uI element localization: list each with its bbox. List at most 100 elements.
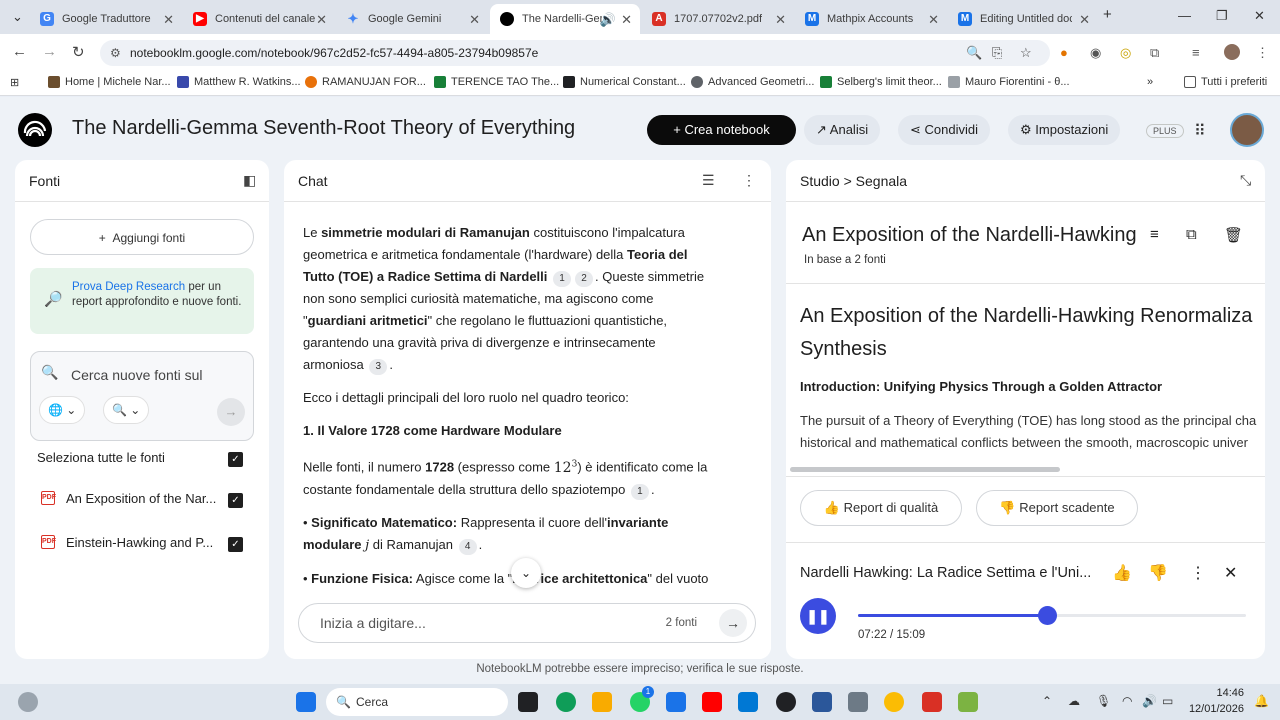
notebooklm-logo[interactable] [18,113,52,147]
chatgpt-icon[interactable] [776,692,796,712]
zoom-icon[interactable]: 🔍 [966,40,982,66]
weather-icon[interactable] [18,692,38,712]
audio-progress-handle[interactable] [1037,606,1057,625]
deep-research-link[interactable]: Prova Deep Research [72,281,185,293]
poor-report-button[interactable]: 👎 Report scadente [976,490,1138,526]
create-notebook-button[interactable]: + Crea notebook [647,115,796,145]
minimize-icon[interactable]: — [1178,8,1191,23]
account-avatar[interactable] [1230,113,1264,147]
forward-icon[interactable]: → [42,43,57,60]
audio-progress-track[interactable] [858,606,1246,625]
citation-badge[interactable]: 4 [458,538,477,555]
tab-search-icon[interactable]: ⌄ [12,9,23,25]
battery-icon[interactable]: ▭ [1162,694,1173,708]
notifications-bell-icon[interactable]: 🔔 [1254,694,1269,708]
settings-button[interactable]: ⚙ Impostazioni [1008,115,1121,145]
extension-search-icon[interactable]: ◎ [1120,45,1131,61]
google-apps-icon[interactable]: ⠿ [1194,121,1206,141]
source-item[interactable]: An Exposition of the Nar... [66,491,216,506]
start-icon[interactable] [296,692,316,712]
tab-notebooklm[interactable]: The Nardelli-Gemma 🔊 ✕ [490,4,640,34]
maximize-icon[interactable]: ❐ [1216,8,1228,24]
clock-date[interactable]: 12/01/2026 [1182,703,1244,715]
reload-icon[interactable]: ↻ [72,43,85,61]
calculator-icon[interactable] [848,692,868,712]
media-icon[interactable]: ≡ [1192,45,1200,60]
tab-mathpix[interactable]: M Mathpix Accounts ✕ [795,4,947,34]
clock-time[interactable]: 14:46 [1190,687,1244,699]
bookmark-item[interactable]: Matthew R. Watkins... [177,76,301,88]
store-icon[interactable] [738,692,758,712]
select-all-checkbox[interactable]: ✓ [228,452,243,467]
send-button[interactable]: → [719,609,747,637]
file-explorer-icon[interactable] [592,692,612,712]
bookmark-item[interactable]: Mauro Fiorentini - θ... [948,76,1070,88]
speaker-icon[interactable]: 🔊 [600,12,616,28]
pause-button[interactable]: ❚❚ [800,598,836,634]
install-app-icon[interactable]: ⎘ [992,40,1002,66]
bookmarks-overflow-icon[interactable]: » [1147,76,1153,88]
defender-icon[interactable] [666,692,686,712]
thumbs-down-icon[interactable]: 👎 [1148,563,1168,583]
close-icon[interactable]: ✕ [163,12,174,28]
tab-google-translate[interactable]: G Google Traduttore ✕ [30,4,182,34]
extension-icon[interactable]: ● [1060,45,1068,60]
collapse-panel-icon[interactable]: ◧ [243,172,256,189]
citation-badge[interactable]: 1 [553,271,572,287]
youtube-icon[interactable] [702,692,722,712]
thumbs-up-icon[interactable]: 👍 [1112,563,1132,583]
breadcrumb-studio[interactable]: Studio [800,173,840,189]
close-icon[interactable]: ✕ [316,12,327,28]
new-tab-icon[interactable]: + [1103,6,1112,23]
bookmark-folder[interactable]: Tutti i preferiti [1184,76,1267,88]
source-item[interactable]: Einstein-Hawking and P... [66,535,213,550]
collapse-icon[interactable]: ⤡ [1240,172,1251,189]
close-icon[interactable]: ✕ [928,12,939,28]
notebook-title[interactable]: The Nardelli-Gemma Seventh-Root Theory o… [72,117,575,140]
tab-editing[interactable]: M Editing Untitled docu ✕ [948,4,1098,34]
source-checkbox[interactable]: ✓ [228,493,243,508]
bookmark-item[interactable]: Numerical Constant... [563,76,686,88]
quality-report-button[interactable]: 👍 Report di qualità [800,490,962,526]
more-vert-icon[interactable]: ⋮ [742,172,756,189]
microphone-icon[interactable]: 🎙 [1096,694,1111,708]
bookmark-item[interactable]: Advanced Geometri... [691,76,814,88]
citation-badge[interactable]: 3 [369,359,388,375]
bookmark-star-icon[interactable]: ☆ [1020,40,1032,66]
add-sources-button[interactable]: + Aggiungi fonti [30,219,254,255]
close-icon[interactable]: ✕ [469,12,480,28]
source-checkbox[interactable]: ✓ [228,537,243,552]
profile-avatar[interactable] [1224,44,1240,60]
close-icon[interactable]: ✕ [1224,563,1237,583]
submit-search-button[interactable]: → [217,398,245,426]
extensions-puzzle-icon[interactable]: ⧉ [1150,45,1159,61]
bookmark-item[interactable]: TERENCE TAO The... [434,76,559,88]
close-icon[interactable]: ✕ [1079,12,1090,28]
tray-overflow-icon[interactable]: ⌃ [1042,694,1052,708]
citation-badge[interactable]: 1 [630,483,649,500]
cloud-icon[interactable]: ☁ [1068,694,1080,708]
scroll-down-button[interactable]: ⌄ [511,558,541,588]
more-vert-icon[interactable]: ⋮ [1190,563,1206,583]
url-field[interactable]: ⚙ notebooklm.google.com/notebook/967c2d5… [100,40,1050,66]
share-button[interactable]: ⋖ Condividi [898,115,990,145]
citation-badge[interactable]: 2 [575,271,594,287]
acrobat-icon[interactable] [922,692,942,712]
convert-to-source-icon[interactable]: ≡ [1150,226,1159,243]
volume-icon[interactable]: 🔊 [1142,694,1157,708]
menu-kebab-icon[interactable]: ⋮ [1256,45,1269,61]
horizontal-scrollbar[interactable] [790,467,1060,472]
bookmark-item[interactable]: Selberg's limit theor... [820,76,942,88]
camera-icon[interactable]: ◉ [1090,45,1101,61]
tab-pdf[interactable]: A 1707.07702v2.pdf ✕ [642,4,794,34]
bookmark-item[interactable]: Home | Michele Nar... [48,76,171,88]
close-icon[interactable]: ✕ [621,12,632,28]
tab-gemini[interactable]: ✦ Google Gemini ✕ [336,4,488,34]
close-icon[interactable]: ✕ [775,12,786,28]
task-view-icon[interactable] [518,692,538,712]
delete-icon[interactable]: 🗑 [1224,226,1243,244]
research-mode-dropdown[interactable]: 🔍 ⌄ [103,396,150,424]
analytics-button[interactable]: ↗ Analisi [804,115,881,145]
chat-input[interactable]: Inizia a digitare... 2 fonti → [298,603,756,643]
chrome-icon[interactable] [884,692,904,712]
